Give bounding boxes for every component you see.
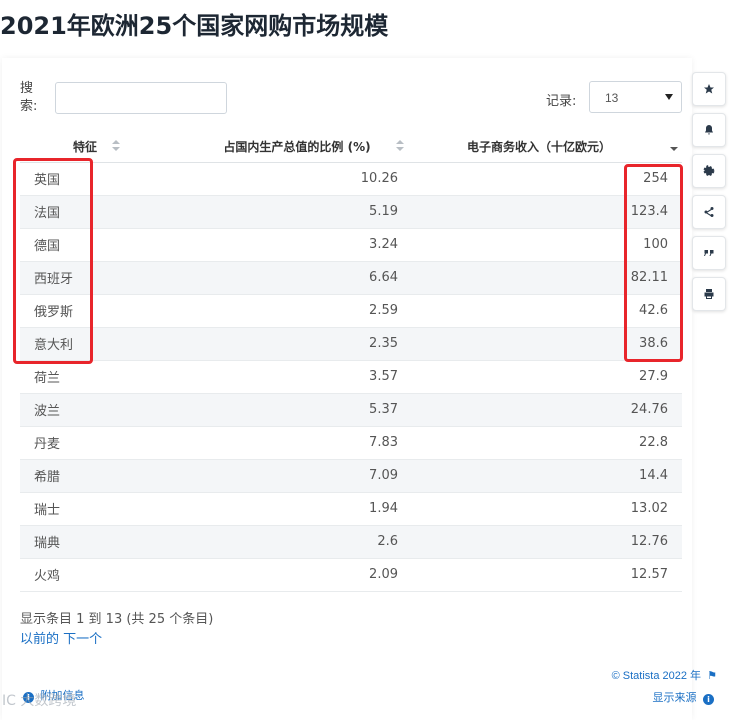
- gear-icon: [703, 165, 715, 176]
- table-row: 火鸡 2.09 12.57: [20, 558, 682, 592]
- cell-gdp-share: 3.24: [136, 228, 410, 262]
- cell-gdp-share: 3.57: [136, 360, 410, 394]
- column-header-ecommerce-revenue[interactable]: 电子商务收入（十亿欧元）: [410, 131, 682, 163]
- cell-gdp-share: 7.09: [136, 459, 410, 493]
- cell-country: 波兰: [20, 393, 136, 427]
- table-row: 俄罗斯 2.59 42.6: [20, 294, 682, 328]
- table-row: 丹麦 7.83 22.8: [20, 426, 682, 460]
- table-row: 希腊 7.09 14.4: [20, 459, 682, 493]
- cell-country: 火鸡: [20, 558, 136, 592]
- table-row: 瑞士 1.94 13.02: [20, 492, 682, 526]
- cell-country: 荷兰: [20, 360, 136, 394]
- cell-gdp-share: 10.26: [136, 162, 410, 196]
- favorite-button[interactable]: [692, 72, 726, 106]
- show-source-text: 显示来源: [652, 691, 697, 704]
- settings-button[interactable]: [692, 154, 726, 188]
- cell-gdp-share: 2.6: [136, 525, 410, 559]
- cell-gdp-share: 2.59: [136, 294, 410, 328]
- cell-revenue: 12.76: [410, 525, 682, 559]
- watermark: IC 大数跨境: [2, 693, 77, 709]
- table-row: 英国 10.26 254: [20, 162, 682, 196]
- table-row: 德国 3.24 100: [20, 228, 682, 262]
- print-icon: [704, 289, 714, 299]
- share-button[interactable]: [692, 195, 726, 229]
- cell-gdp-share: 5.37: [136, 393, 410, 427]
- table-row: 西班牙 6.64 82.11: [20, 261, 682, 295]
- sort-icon: [112, 140, 120, 152]
- cell-gdp-share: 7.83: [136, 426, 410, 460]
- cell-revenue: 27.9: [410, 360, 682, 394]
- sort-icon: [396, 140, 404, 152]
- table-row: 法国 5.19 123.4: [20, 195, 682, 229]
- pagination-info: 显示条目 1 到 13 (共 25 个条目): [20, 612, 214, 627]
- notification-button[interactable]: [692, 113, 726, 147]
- column-header-label: 电子商务收入（十亿欧元）: [466, 139, 611, 154]
- cell-gdp-share: 1.94: [136, 492, 410, 526]
- search-label: 搜索:: [20, 81, 38, 114]
- show-source-link[interactable]: 显示来源 i: [653, 689, 718, 705]
- pagination: 以前的 下一个: [20, 628, 102, 647]
- bell-icon: [705, 125, 713, 135]
- cell-country: 丹麦: [20, 426, 136, 460]
- table-header-row: 特征 占国内生产总值的比例 (%) 电子商务收入（十亿欧元）: [20, 131, 682, 163]
- records-select[interactable]: 13: [589, 81, 682, 113]
- cell-country: 瑞典: [20, 525, 136, 559]
- cell-gdp-share: 6.64: [136, 261, 410, 295]
- sort-desc-icon: [670, 140, 678, 152]
- highlight-box-countries: [13, 158, 93, 364]
- cell-gdp-share: 2.35: [136, 327, 410, 361]
- cell-revenue: 22.8: [410, 426, 682, 460]
- cell-country: 瑞士: [20, 492, 136, 526]
- column-header-gdp-share[interactable]: 占国内生产总值的比例 (%): [136, 131, 410, 163]
- search-input[interactable]: [55, 82, 227, 114]
- chevron-down-icon: [665, 94, 673, 100]
- copyright-text: © Statista 2022 年: [611, 670, 702, 682]
- quote-icon: [704, 250, 714, 256]
- flag-icon: ⚑: [707, 670, 717, 682]
- cite-button[interactable]: [692, 236, 726, 270]
- highlight-box-revenue: [624, 164, 683, 362]
- info-icon: i: [703, 694, 714, 705]
- cell-revenue: 24.76: [410, 393, 682, 427]
- cell-revenue: 13.02: [410, 492, 682, 526]
- next-page-link[interactable]: 下一个: [63, 632, 102, 647]
- table-row: 荷兰 3.57 27.9: [20, 360, 682, 394]
- copyright-link[interactable]: © Statista 2022 年 ⚑: [612, 667, 717, 683]
- column-header-label: 占国内生产总值的比例 (%): [223, 139, 371, 154]
- column-header-label: 特征: [72, 139, 97, 154]
- cell-gdp-share: 5.19: [136, 195, 410, 229]
- cell-revenue: 14.4: [410, 459, 682, 493]
- table-row: 瑞典 2.6 12.76: [20, 525, 682, 559]
- records-select-value: 13: [605, 91, 619, 105]
- table-row: 波兰 5.37 24.76: [20, 393, 682, 427]
- page-title: 2021年欧洲25个国家网购市场规模: [0, 12, 389, 40]
- table-row: 意大利 2.35 38.6: [20, 327, 682, 361]
- cell-revenue: 12.57: [410, 558, 682, 592]
- cell-gdp-share: 2.09: [136, 558, 410, 592]
- cell-country: 希腊: [20, 459, 136, 493]
- prev-page-link[interactable]: 以前的: [20, 632, 59, 647]
- records-label: 记录:: [546, 94, 577, 109]
- data-table: 特征 占国内生产总值的比例 (%) 电子商务收入（十亿欧元） 英国 10.26 25…: [20, 131, 682, 592]
- share-icon: [704, 207, 714, 217]
- print-button[interactable]: [692, 277, 726, 311]
- star-icon: [704, 84, 714, 94]
